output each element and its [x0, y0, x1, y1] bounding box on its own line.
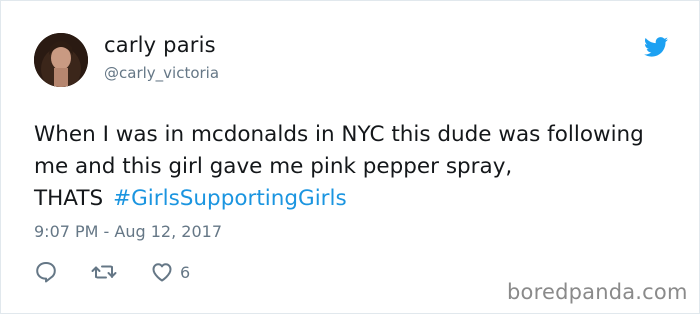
user-handle[interactable]: @carly_victoria — [104, 64, 219, 82]
action-bar: 6 — [34, 259, 190, 285]
hashtag-link[interactable]: #GirlsSupportingGirls — [113, 186, 347, 211]
display-name[interactable]: carly paris — [104, 33, 216, 57]
retweet-icon — [91, 265, 117, 279]
like-button[interactable]: 6 — [117, 260, 190, 284]
watermark: boredpanda.com — [507, 280, 688, 304]
like-count: 6 — [180, 262, 191, 282]
tweet-timestamp[interactable]: 9:07 PM - Aug 12, 2017 — [34, 222, 222, 241]
reply-button[interactable] — [34, 260, 58, 284]
tweet-text: When I was in mcdonalds in NYC this dude… — [34, 119, 674, 215]
twitter-bird-icon[interactable] — [644, 37, 668, 57]
reply-icon — [36, 262, 56, 283]
heart-icon — [152, 263, 172, 282]
tweet-card: carly paris @carly_victoria When I was i… — [0, 0, 700, 314]
avatar[interactable] — [34, 33, 88, 87]
retweet-button[interactable] — [58, 260, 117, 284]
